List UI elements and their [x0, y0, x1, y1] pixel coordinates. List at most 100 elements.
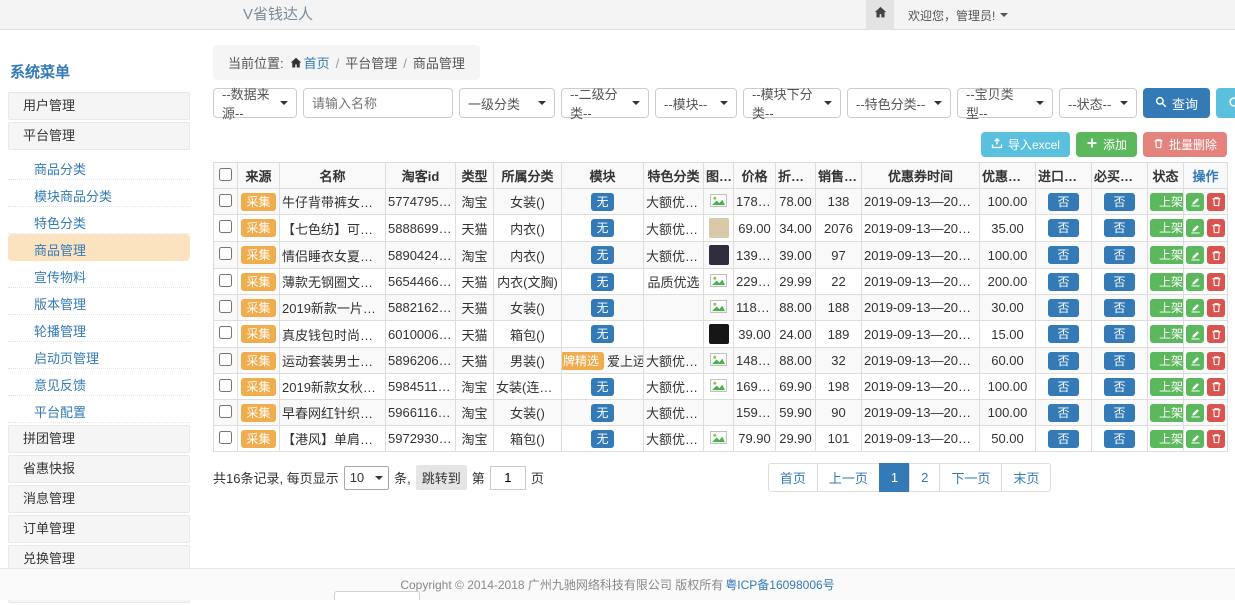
import-choice-toggle[interactable]: 否 — [1048, 273, 1078, 291]
name-search-input[interactable] — [303, 88, 453, 118]
status-button[interactable]: 上架 — [1150, 273, 1184, 291]
delete-button[interactable] — [1207, 378, 1225, 396]
delete-button[interactable] — [1207, 246, 1225, 264]
page-button[interactable]: 2 — [909, 463, 940, 492]
sidebar-sub-item[interactable]: 版本管理 — [8, 288, 190, 315]
select-all-checkbox[interactable] — [219, 168, 232, 181]
edit-button[interactable] — [1186, 219, 1204, 237]
row-checkbox[interactable] — [219, 220, 232, 233]
must-buy-toggle[interactable]: 否 — [1104, 246, 1134, 264]
must-buy-toggle[interactable]: 否 — [1104, 219, 1134, 237]
data-source-select[interactable]: --数据来源-- — [213, 88, 297, 118]
must-buy-toggle[interactable]: 否 — [1104, 378, 1134, 396]
import-choice-toggle[interactable]: 否 — [1048, 378, 1078, 396]
must-buy-toggle[interactable]: 否 — [1104, 273, 1134, 291]
page-button[interactable]: 首页 — [768, 463, 818, 492]
page-button-active[interactable]: 1 — [879, 463, 910, 492]
sidebar-sub-item[interactable]: 平台配置 — [8, 396, 190, 423]
delete-button[interactable] — [1207, 193, 1225, 211]
import-choice-toggle[interactable]: 否 — [1048, 246, 1078, 264]
filter-select[interactable]: --宝贝类型-- — [957, 88, 1053, 118]
must-buy-toggle[interactable]: 否 — [1104, 193, 1134, 211]
edit-button[interactable] — [1186, 404, 1204, 422]
row-checkbox[interactable] — [219, 247, 232, 260]
reset-button[interactable]: 重置 — [1216, 88, 1235, 118]
delete-button[interactable] — [1207, 352, 1225, 370]
row-checkbox[interactable] — [219, 353, 232, 366]
delete-button[interactable] — [1207, 273, 1225, 291]
sidebar-group-item[interactable]: 用户管理 — [8, 92, 190, 120]
sidebar-sub-item[interactable]: 商品分类 — [8, 153, 190, 180]
row-checkbox[interactable] — [219, 379, 232, 392]
import-choice-toggle[interactable]: 否 — [1048, 193, 1078, 211]
home-button[interactable] — [866, 0, 894, 30]
filter-select[interactable]: --状态-- — [1059, 88, 1137, 118]
delete-button[interactable] — [1207, 404, 1225, 422]
status-button[interactable]: 上架 — [1150, 299, 1184, 317]
icp-link[interactable]: 粤ICP备16098006号 — [725, 576, 834, 593]
import-choice-toggle[interactable]: 否 — [1048, 430, 1078, 448]
filter-select[interactable]: 一级分类 — [459, 88, 555, 118]
add-button[interactable]: 添加 — [1076, 132, 1137, 157]
row-checkbox[interactable] — [219, 405, 232, 418]
sidebar-sub-item[interactable]: 意见反馈 — [8, 369, 190, 396]
search-button[interactable]: 查询 — [1143, 88, 1210, 118]
delete-button[interactable] — [1207, 219, 1225, 237]
sidebar-group-item[interactable]: 省惠快报 — [8, 455, 190, 483]
edit-button[interactable] — [1186, 325, 1204, 343]
edit-button[interactable] — [1186, 352, 1204, 370]
sidebar-group-item[interactable]: 平台管理 — [8, 122, 190, 150]
page-button[interactable]: 上一页 — [817, 463, 880, 492]
must-buy-toggle[interactable]: 否 — [1104, 352, 1134, 370]
import-choice-toggle[interactable]: 否 — [1048, 404, 1078, 422]
jump-button[interactable]: 跳转到 — [416, 465, 467, 490]
sidebar-sub-item[interactable]: 宣传物料 — [8, 261, 190, 288]
status-button[interactable]: 上架 — [1150, 404, 1184, 422]
import-choice-toggle[interactable]: 否 — [1048, 299, 1078, 317]
edit-button[interactable] — [1186, 378, 1204, 396]
page-button[interactable]: 下一页 — [939, 463, 1002, 492]
filter-select[interactable]: --二级分类-- — [561, 88, 649, 118]
breadcrumb-home-link[interactable]: 首页 — [304, 56, 330, 71]
delete-button[interactable] — [1207, 299, 1225, 317]
status-button[interactable]: 上架 — [1150, 246, 1184, 264]
row-checkbox[interactable] — [219, 431, 232, 444]
row-checkbox[interactable] — [219, 300, 232, 313]
import-choice-toggle[interactable]: 否 — [1048, 325, 1078, 343]
filter-select[interactable]: --模块-- — [655, 88, 737, 118]
edit-button[interactable] — [1186, 430, 1204, 448]
sidebar-group-item[interactable]: 拼团管理 — [8, 425, 190, 453]
status-button[interactable]: 上架 — [1150, 352, 1184, 370]
edit-button[interactable] — [1186, 299, 1204, 317]
page-button[interactable]: 末页 — [1001, 463, 1051, 492]
sidebar-sub-item-active[interactable]: 商品管理 — [8, 234, 190, 261]
status-button[interactable]: 上架 — [1150, 430, 1184, 448]
edit-button[interactable] — [1186, 193, 1204, 211]
user-menu[interactable]: 欢迎您，管理员! — [908, 7, 1008, 24]
must-buy-toggle[interactable]: 否 — [1104, 430, 1134, 448]
row-checkbox[interactable] — [219, 326, 232, 339]
status-button[interactable]: 上架 — [1150, 325, 1184, 343]
row-checkbox[interactable] — [219, 194, 232, 207]
status-button[interactable]: 上架 — [1150, 378, 1184, 396]
must-buy-toggle[interactable]: 否 — [1104, 299, 1134, 317]
sidebar-group-item[interactable]: 订单管理 — [8, 515, 190, 543]
import-excel-button[interactable]: 导入excel — [981, 132, 1070, 157]
must-buy-toggle[interactable]: 否 — [1104, 404, 1134, 422]
sidebar-sub-item[interactable]: 轮播管理 — [8, 315, 190, 342]
must-buy-toggle[interactable]: 否 — [1104, 325, 1134, 343]
per-page-select[interactable]: 10 — [344, 466, 389, 490]
import-choice-toggle[interactable]: 否 — [1048, 352, 1078, 370]
edit-button[interactable] — [1186, 246, 1204, 264]
filter-select[interactable]: --模块下分类-- — [743, 88, 841, 118]
jump-page-input[interactable] — [490, 466, 526, 490]
sidebar-group-item[interactable]: 消息管理 — [8, 485, 190, 513]
delete-button[interactable] — [1207, 325, 1225, 343]
filter-select[interactable]: --特色分类-- — [847, 88, 951, 118]
edit-button[interactable] — [1186, 273, 1204, 291]
sidebar-sub-item[interactable]: 模块商品分类 — [8, 180, 190, 207]
sidebar-sub-item[interactable]: 特色分类 — [8, 207, 190, 234]
batch-delete-button[interactable]: 批量删除 — [1143, 132, 1227, 157]
status-button[interactable]: 上架 — [1150, 193, 1184, 211]
row-checkbox[interactable] — [219, 274, 232, 287]
